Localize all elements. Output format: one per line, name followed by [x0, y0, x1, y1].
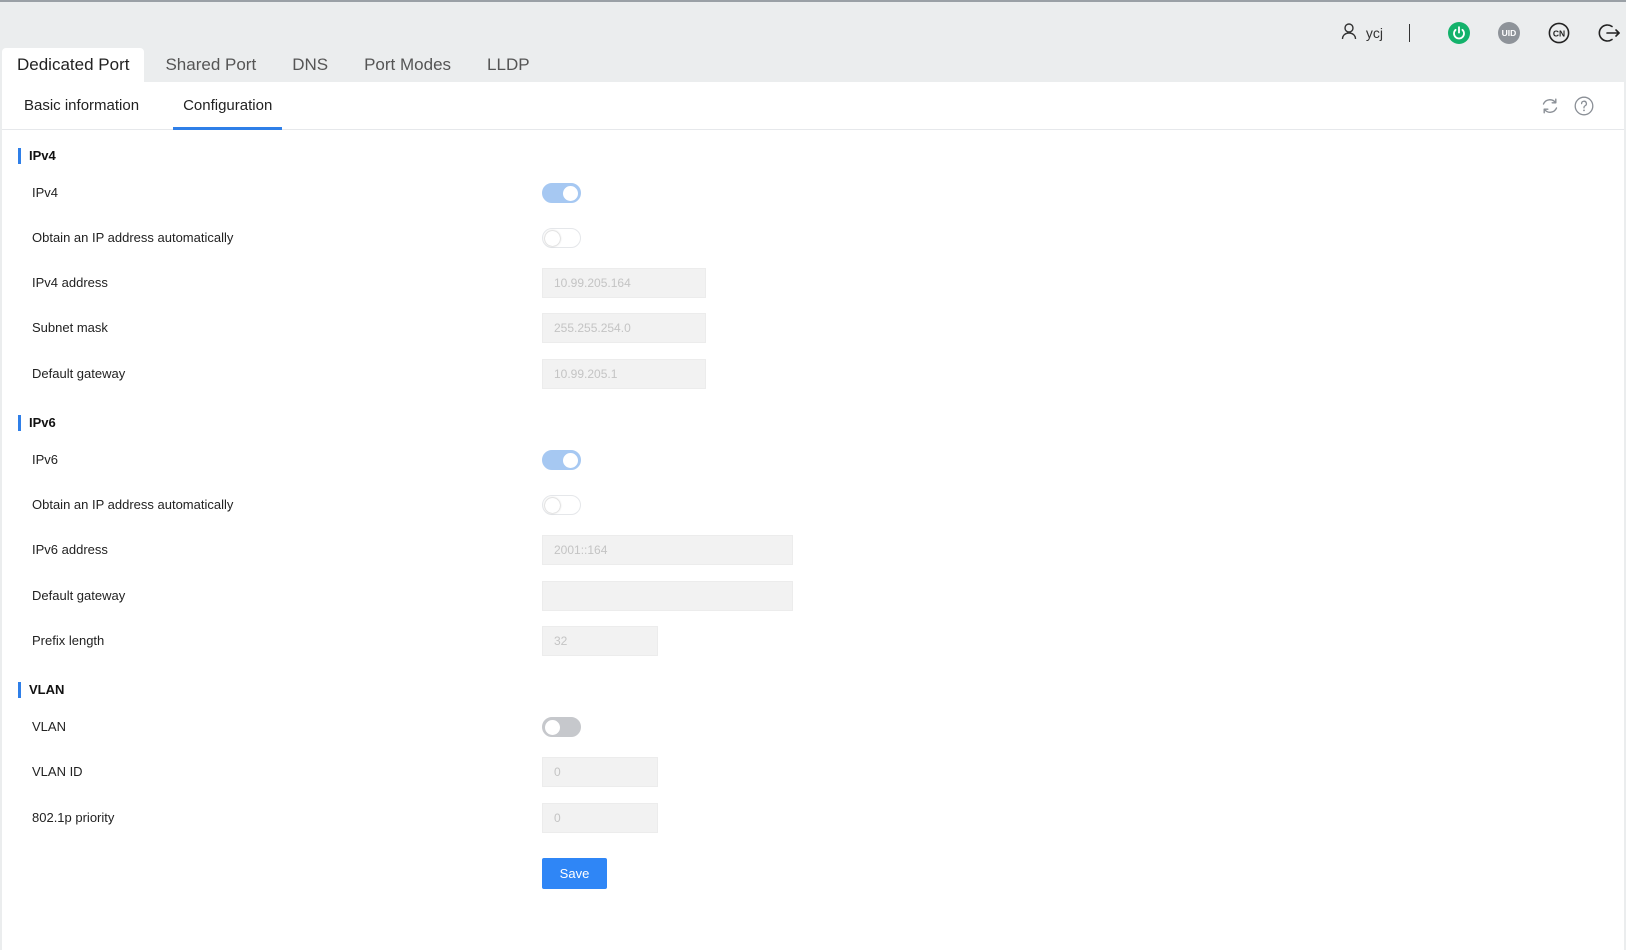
help-icon[interactable]: [1572, 94, 1596, 118]
row-ipv6-auto: Obtain an IP address automatically: [32, 490, 1032, 520]
row-ipv4-mask: Subnet mask: [32, 313, 1032, 343]
uid-icon[interactable]: UID: [1494, 18, 1524, 48]
section-title-ipv6: IPv6: [18, 415, 56, 431]
toggle-knob: [545, 498, 560, 513]
tab-port-modes[interactable]: Port Modes: [349, 48, 466, 82]
row-ipv6-address: IPv6 address: [32, 535, 1032, 565]
ipv4-enable-toggle[interactable]: [542, 183, 581, 203]
vlan-priority-input[interactable]: [542, 803, 658, 833]
tab-basic-information[interactable]: Basic information: [14, 82, 149, 129]
row-vlan-id: VLAN ID: [32, 757, 1032, 787]
main-tabs: Dedicated Port Shared Port DNS Port Mode…: [2, 48, 545, 82]
ipv6-auto-toggle[interactable]: [542, 495, 581, 515]
vlan-id-label: VLAN ID: [32, 764, 83, 779]
row-ipv6-gateway: Default gateway: [32, 581, 1032, 611]
toggle-knob: [545, 720, 560, 735]
save-button[interactable]: Save: [542, 858, 607, 889]
tab-lldp[interactable]: LLDP: [472, 48, 545, 82]
ipv6-prefix-label: Prefix length: [32, 633, 105, 648]
user-icon: [1340, 22, 1358, 45]
row-vlan-enable: VLAN: [32, 712, 1032, 742]
section-title-ipv4: IPv4: [18, 148, 56, 164]
row-ipv4-gateway: Default gateway: [32, 359, 1032, 389]
language-icon[interactable]: CN: [1544, 18, 1574, 48]
uid-label: UID: [1502, 28, 1517, 38]
ipv4-gateway-label: Default gateway: [32, 366, 126, 381]
ipv6-address-label: IPv6 address: [32, 542, 108, 557]
section-title-vlan: VLAN: [18, 682, 64, 698]
sub-tabs: Basic information Configuration: [2, 82, 1624, 130]
window-top-border: [0, 0, 1626, 2]
ipv6-prefix-input[interactable]: [542, 626, 658, 656]
logout-icon[interactable]: [1594, 18, 1624, 48]
user-menu[interactable]: ycj: [1340, 22, 1383, 45]
header-toolbar: ycj UID CN: [1340, 18, 1626, 48]
tab-dns[interactable]: DNS: [277, 48, 343, 82]
vlan-priority-label: 802.1p priority: [32, 810, 115, 825]
row-ipv6-prefix: Prefix length: [32, 626, 1032, 656]
ipv4-enable-label: IPv4: [32, 185, 59, 200]
power-icon[interactable]: [1444, 18, 1474, 48]
row-ipv4-auto: Obtain an IP address automatically: [32, 223, 1032, 253]
toggle-knob: [563, 453, 578, 468]
language-label: CN: [1553, 28, 1565, 38]
row-vlan-priority: 802.1p priority: [32, 803, 1032, 833]
tab-dedicated-port[interactable]: Dedicated Port: [2, 48, 145, 82]
ipv4-gateway-input[interactable]: [542, 359, 706, 389]
ipv6-gateway-input[interactable]: [542, 581, 793, 611]
vlan-enable-toggle[interactable]: [542, 717, 581, 737]
header-divider: [1409, 24, 1410, 42]
toggle-knob: [545, 231, 560, 246]
ipv4-auto-toggle[interactable]: [542, 228, 581, 248]
vlan-id-input[interactable]: [542, 757, 658, 787]
row-ipv6-enable: IPv6: [32, 445, 1032, 475]
ipv6-enable-label: IPv6: [32, 452, 59, 467]
content-card: Basic information Configuration IPv4 IPv…: [2, 82, 1624, 950]
ipv6-auto-label: Obtain an IP address automatically: [32, 497, 234, 512]
row-ipv4-enable: IPv4: [32, 178, 1032, 208]
ipv4-address-input[interactable]: [542, 268, 706, 298]
row-ipv4-address: IPv4 address: [32, 268, 1032, 298]
ipv4-mask-label: Subnet mask: [32, 320, 108, 335]
tab-configuration[interactable]: Configuration: [173, 82, 283, 130]
tab-shared-port[interactable]: Shared Port: [150, 48, 271, 82]
ipv4-mask-input[interactable]: [542, 313, 706, 343]
ipv4-address-label: IPv4 address: [32, 275, 108, 290]
ipv6-enable-toggle[interactable]: [542, 450, 581, 470]
ipv6-address-input[interactable]: [542, 535, 793, 565]
ipv6-gateway-label: Default gateway: [32, 588, 126, 603]
card-tools: [1528, 94, 1596, 118]
toggle-knob: [563, 186, 578, 201]
user-name: ycj: [1365, 25, 1383, 41]
vlan-enable-label: VLAN: [32, 719, 66, 734]
ipv4-auto-label: Obtain an IP address automatically: [32, 230, 234, 245]
refresh-icon[interactable]: [1538, 94, 1562, 118]
